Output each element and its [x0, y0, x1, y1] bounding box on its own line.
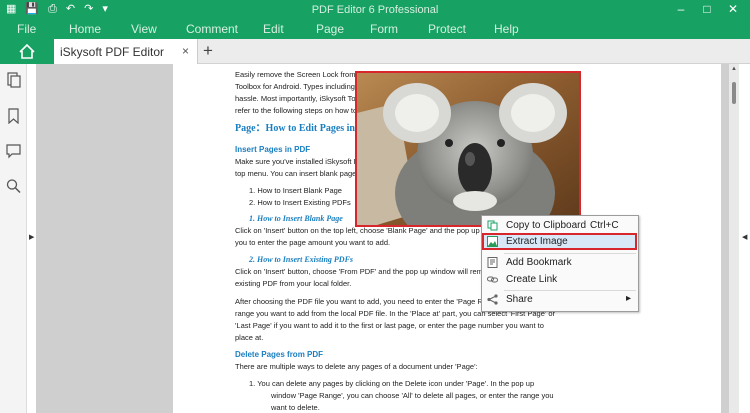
thumbnails-icon[interactable]: [6, 72, 21, 88]
minimize-icon[interactable]: –: [668, 2, 694, 17]
menu-item-add-bookmark[interactable]: Add Bookmark: [482, 254, 638, 271]
body-text: 'Last Page' if you want to add it to the…: [235, 321, 544, 330]
list-item: window 'Page Range', you can choose 'All…: [271, 391, 554, 400]
collapse-left-panel-icon[interactable]: ▶: [29, 233, 34, 241]
copy-icon: [487, 220, 498, 231]
heading-edit-pages: Page：How to Edit Pages in P: [235, 123, 364, 134]
list-item: 1. You can delete any pages by clicking …: [249, 379, 535, 388]
home-button[interactable]: [0, 39, 54, 64]
menu-item-copy-to-clipboard[interactable]: Copy to Clipboard Ctrl+C: [482, 217, 638, 234]
menu-item-label: Create Link: [506, 274, 558, 285]
body-text: existing PDF from your local folder.: [235, 279, 352, 288]
body-text: Toolbox for Android. Types including Pl: [235, 82, 364, 91]
heading-insert-pages: Insert Pages in PDF: [235, 145, 311, 154]
scrollbar-thumb[interactable]: [732, 82, 736, 104]
heading-delete-pages: Delete Pages from PDF: [235, 350, 324, 359]
comment-icon[interactable]: [6, 143, 21, 159]
menu-item-label: Extract Image: [506, 236, 568, 247]
menu-item-label: Copy to Clipboard: [506, 220, 587, 231]
menu-bar: File Home View Comment Edit Page Form Pr…: [0, 20, 750, 39]
body-text: Click on 'Insert' button, choose 'From P…: [235, 267, 499, 276]
tab-close-icon[interactable]: ×: [182, 44, 189, 58]
document-tab-label: iSkysoft PDF Editor: [60, 45, 165, 59]
body-text: Easily remove the Screen Lock from You: [235, 70, 371, 79]
menu-form[interactable]: Form: [370, 22, 398, 36]
menu-help[interactable]: Help: [494, 22, 519, 36]
menu-file[interactable]: File: [17, 22, 36, 36]
close-icon[interactable]: ✕: [720, 2, 746, 17]
title-bar: ▦ 💾 ⎙ ↶ ↷ ▾ PDF Editor 6 Professional – …: [0, 0, 750, 20]
body-text: you to enter the page amount you want to…: [235, 238, 391, 247]
bookmark-add-icon: [487, 257, 498, 268]
scroll-up-icon[interactable]: ▲: [731, 66, 737, 72]
body-text: After choosing the PDF file you want to …: [235, 297, 501, 306]
home-icon: [19, 44, 35, 59]
body-text: There are multiple ways to delete any pa…: [235, 362, 478, 371]
menu-page[interactable]: Page: [316, 22, 344, 36]
share-icon: [487, 294, 498, 305]
left-sidebar: [0, 64, 27, 413]
heading-insert-existing: 2. How to Insert Existing PDFs: [249, 255, 354, 264]
list-item: want to delete.: [271, 403, 320, 412]
body-text: refer to the following steps on how to r: [235, 106, 362, 115]
heading-insert-blank: 1. How to Insert Blank Page: [249, 214, 343, 223]
selected-image-koala[interactable]: [355, 71, 581, 227]
menu-item-shortcut: Ctrl+C: [590, 220, 619, 231]
menu-item-share[interactable]: Share ▸: [482, 291, 638, 308]
list-item: 2. How to Insert Existing PDFs: [249, 198, 351, 207]
menu-edit[interactable]: Edit: [263, 22, 284, 36]
body-text: place at.: [235, 333, 264, 342]
body-text: top menu. You can insert blank pages o: [235, 169, 367, 178]
maximize-icon[interactable]: □: [694, 2, 720, 17]
collapse-right-panel-icon[interactable]: ◀: [742, 233, 747, 241]
menu-item-extract-image[interactable]: Extract Image: [482, 233, 637, 250]
menu-view[interactable]: View: [131, 22, 157, 36]
window-controls: – □ ✕: [668, 2, 746, 17]
document-tab[interactable]: iSkysoft PDF Editor ×: [54, 39, 198, 64]
new-tab-button[interactable]: +: [203, 41, 213, 61]
vertical-scrollbar[interactable]: ▲: [729, 64, 739, 413]
window-title: PDF Editor 6 Professional: [311, 4, 439, 16]
context-menu: Copy to Clipboard Ctrl+C Extract Image A…: [481, 215, 639, 312]
menu-comment[interactable]: Comment: [186, 22, 238, 36]
bookmark-icon[interactable]: [6, 108, 21, 124]
image-icon: [487, 236, 498, 247]
menu-home[interactable]: Home: [69, 22, 101, 36]
menu-item-label: Add Bookmark: [506, 257, 572, 268]
body-text: hassle. Most importantly, iSkysoft Tooll: [235, 94, 364, 103]
list-item: 1. How to Insert Blank Page: [249, 186, 342, 195]
menu-protect[interactable]: Protect: [428, 22, 466, 36]
menu-item-label: Share: [506, 294, 533, 305]
link-icon: [487, 276, 498, 283]
body-text: Make sure you've installed iSkysoft PDF: [235, 157, 369, 166]
menu-item-create-link[interactable]: Create Link: [482, 271, 638, 288]
search-icon[interactable]: [6, 178, 21, 194]
submenu-arrow-icon: ▸: [626, 293, 632, 304]
